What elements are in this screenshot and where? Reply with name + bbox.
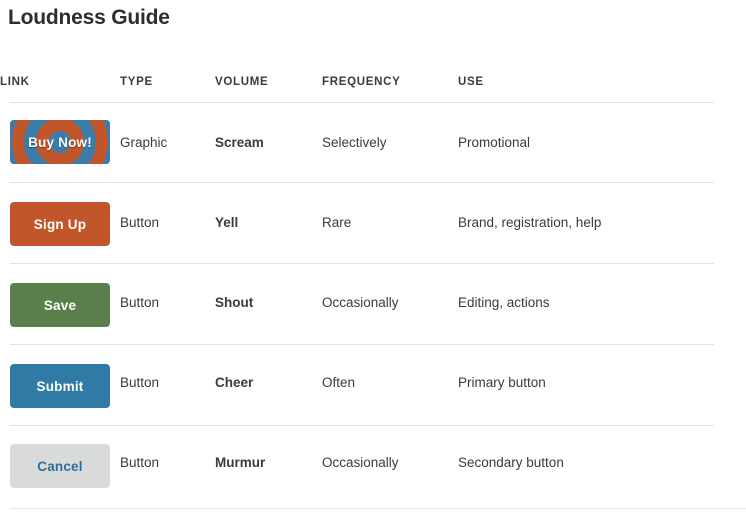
cell-use: Primary button: [458, 374, 546, 390]
cancel-button-label: Cancel: [37, 458, 83, 474]
cell-frequency: Selectively: [322, 134, 387, 150]
row-divider: [10, 344, 714, 345]
table-row: Button Shout Occasionally Editing, actio…: [0, 262, 746, 342]
cell-use: Promotional: [458, 134, 531, 150]
loudness-guide-table: LINK TYPE VOLUME FREQUENCY USE Graphic S…: [0, 62, 746, 502]
loudness-guide-page: Loudness Guide LINK TYPE VOLUME FREQUENC…: [0, 0, 746, 514]
table-header: LINK TYPE VOLUME FREQUENCY USE: [0, 62, 746, 102]
sign-up-button[interactable]: Sign Up: [10, 202, 110, 246]
save-button-label: Save: [43, 297, 77, 313]
row-divider: [10, 425, 714, 426]
cell-volume: Shout: [215, 294, 254, 310]
cell-use: Brand, registration, help: [458, 214, 602, 230]
row-divider: [10, 182, 714, 183]
column-header-use: USE: [458, 62, 746, 102]
submit-button[interactable]: Submit: [10, 364, 110, 408]
column-header-type-label: TYPE: [120, 76, 153, 88]
column-header-use-label: USE: [458, 76, 484, 88]
table-bottom-divider: [10, 508, 746, 509]
row-divider: [10, 263, 714, 264]
page-title: Loudness Guide: [8, 6, 170, 29]
table-row: Button Yell Rare Brand, registration, he…: [0, 182, 746, 262]
cell-frequency: Occasionally: [322, 454, 399, 470]
buy-now-graphic-label: Buy Now!: [28, 134, 92, 150]
cell-volume: Murmur: [215, 454, 266, 470]
column-header-volume: VOLUME: [215, 62, 322, 102]
column-header-type: TYPE: [120, 62, 215, 102]
cell-use: Editing, actions: [458, 294, 550, 310]
save-button[interactable]: Save: [10, 283, 110, 327]
cell-volume: Scream: [215, 134, 264, 150]
header-divider: [10, 102, 714, 103]
buy-now-graphic-link[interactable]: Buy Now!: [10, 120, 110, 164]
column-header-link-label: LINK: [0, 76, 30, 88]
column-header-volume-label: VOLUME: [215, 76, 269, 88]
column-header-frequency-label: FREQUENCY: [322, 76, 401, 88]
cell-type: Button: [120, 214, 160, 230]
cell-type: Button: [120, 294, 160, 310]
cell-type: Graphic: [120, 134, 168, 150]
table-body: Graphic Scream Selectively Promotional B…: [0, 102, 746, 502]
cancel-button[interactable]: Cancel: [10, 444, 110, 488]
cell-frequency: Often: [322, 374, 356, 390]
table-row: Button Murmur Occasionally Secondary but…: [0, 422, 746, 502]
table-row: Button Cheer Often Primary button: [0, 342, 746, 422]
column-header-link: LINK: [0, 62, 120, 102]
cell-type: Button: [120, 374, 160, 390]
cell-frequency: Occasionally: [322, 294, 399, 310]
cell-type: Button: [120, 454, 160, 470]
column-header-frequency: FREQUENCY: [322, 62, 458, 102]
table-row: Graphic Scream Selectively Promotional: [0, 102, 746, 182]
submit-button-label: Submit: [36, 378, 84, 394]
cell-volume: Cheer: [215, 374, 254, 390]
cell-frequency: Rare: [322, 214, 352, 230]
sign-up-button-label: Sign Up: [33, 216, 87, 232]
cell-use: Secondary button: [458, 454, 564, 470]
cell-volume: Yell: [215, 214, 239, 230]
table-header-row: LINK TYPE VOLUME FREQUENCY USE: [0, 62, 746, 102]
